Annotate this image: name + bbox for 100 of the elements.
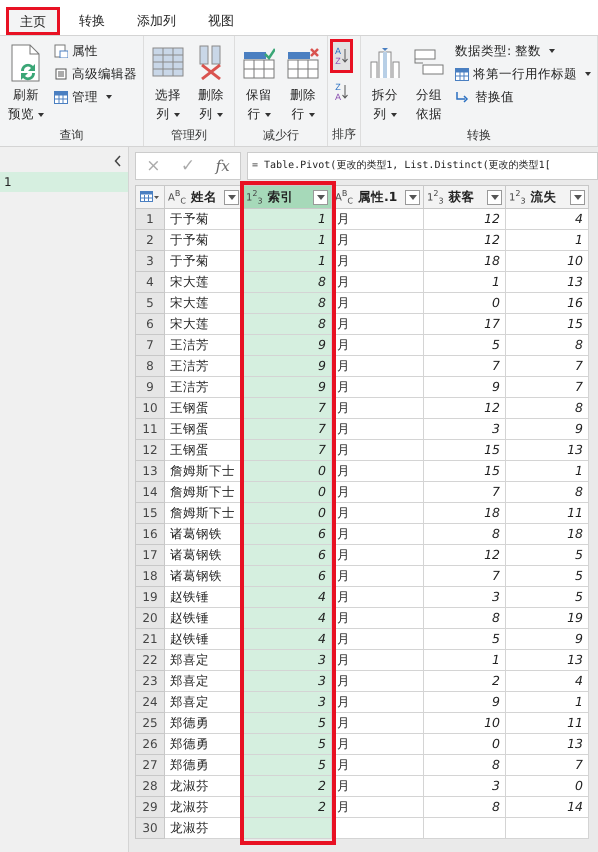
table-icon xyxy=(455,68,469,80)
table-cell: 4 xyxy=(506,671,589,692)
table-cell: 王洁芳 xyxy=(165,356,243,377)
table-cell: 詹姆斯下士 xyxy=(165,482,243,503)
row-number: 1 xyxy=(135,209,165,230)
ribbon-button[interactable]: 删除 列 xyxy=(192,39,230,125)
dropdown-icon xyxy=(316,194,324,200)
sort-button[interactable]: Z A xyxy=(332,77,352,107)
table-cell: 13 xyxy=(506,440,589,461)
table-cell: 1 xyxy=(506,461,589,482)
ribbon-tab[interactable]: 视图 xyxy=(195,7,247,35)
column-header[interactable]: 1$^{2}$$_{3}$ 索引 xyxy=(243,185,332,209)
ribbon-button[interactable]: 保留 行 xyxy=(239,39,279,125)
dropdown-icon xyxy=(228,194,236,200)
table-cell: 郑喜定 xyxy=(165,692,243,713)
remove-rows-icon xyxy=(287,46,319,80)
table-cell: 1 xyxy=(243,230,332,251)
table-cell: 诸葛钢铁 xyxy=(165,524,243,545)
table-cell: 郑德勇 xyxy=(165,734,243,755)
table-cell: 1 xyxy=(243,251,332,272)
arrow-icon xyxy=(455,90,471,104)
row-number: 28 xyxy=(135,776,165,797)
table-cell: 1 xyxy=(506,230,589,251)
table-cell: 18 xyxy=(424,251,506,272)
dropdown-icon xyxy=(408,194,416,200)
table-cell: 于予菊 xyxy=(165,230,243,251)
ribbon-button[interactable]: 拆分 列 xyxy=(365,39,405,125)
table-cell: 12 xyxy=(424,545,506,566)
table-cell: 10 xyxy=(506,251,589,272)
ribbon-button[interactable]: 数据类型: 整数 xyxy=(453,41,593,61)
table-cell: 0 xyxy=(424,734,506,755)
table-cell: 5 xyxy=(506,545,589,566)
table-cell: 王钢蛋 xyxy=(165,440,243,461)
table-cell: 郑德勇 xyxy=(165,755,243,776)
function-button[interactable]: fx xyxy=(205,153,240,179)
table-cell: 16 xyxy=(506,293,589,314)
table-cell: 5 xyxy=(243,755,332,776)
table-cell: 9 xyxy=(506,629,589,650)
ribbon-tab[interactable]: 转换 xyxy=(66,7,118,35)
ribbon-button[interactable]: 刷新 预览 xyxy=(4,39,48,125)
table-cell: 7 xyxy=(243,419,332,440)
table-cell: 19 xyxy=(506,608,589,629)
ribbon-button[interactable]: 高级编辑器 xyxy=(52,64,139,84)
ribbon-button[interactable]: 替换值 xyxy=(453,87,593,107)
table-cell: 5 xyxy=(243,734,332,755)
table-cell: 17 xyxy=(424,314,506,335)
table-cell: 2 xyxy=(243,776,332,797)
table-cell: 于予菊 xyxy=(165,251,243,272)
ribbon-button[interactable]: 选择 列 xyxy=(148,39,188,125)
ribbon-tab[interactable]: 主页 xyxy=(6,7,60,35)
table-cell: 6 xyxy=(243,545,332,566)
ribbon-button[interactable]: 属性 xyxy=(52,41,139,61)
group-label: 减少行 xyxy=(262,127,300,144)
table-cell: 6 xyxy=(243,524,332,545)
table-cell: 7 xyxy=(424,482,506,503)
table-cell: 8 xyxy=(424,524,506,545)
table-cell: 9 xyxy=(243,377,332,398)
table-cell: 0 xyxy=(243,461,332,482)
table-cell: 于予菊 xyxy=(165,209,243,230)
table-cell: 7 xyxy=(506,755,589,776)
table-cell: 11 xyxy=(506,713,589,734)
table-cell: 3 xyxy=(243,671,332,692)
table-cell: 8 xyxy=(243,314,332,335)
ribbon-button[interactable]: 分组 依据 xyxy=(409,39,449,125)
table-cell: 王钢蛋 xyxy=(165,398,243,419)
table-cell: 9 xyxy=(243,335,332,356)
row-number: 3 xyxy=(135,251,165,272)
table-cell: 龙淑芬 xyxy=(165,818,243,839)
column-header[interactable]: A$^{B}$$_{C}$ 姓名 xyxy=(165,185,243,209)
row-number: 16 xyxy=(135,524,165,545)
table-cell: 3 xyxy=(424,776,506,797)
table-cell: 龙淑芬 xyxy=(165,797,243,818)
table-cell: 1 xyxy=(424,650,506,671)
column-header[interactable]: 1$^{2}$$_{3}$ 获客 xyxy=(424,185,506,209)
table-cell: 赵铁锤 xyxy=(165,629,243,650)
table-cell: 赵铁锤 xyxy=(165,587,243,608)
table-cell: 宋大莲 xyxy=(165,293,243,314)
ribbon-button[interactable]: 将第一行用作标题 xyxy=(453,64,593,84)
table-cell: 8 xyxy=(243,272,332,293)
column-header[interactable]: 1$^{2}$$_{3}$ 流失 xyxy=(506,185,589,209)
table-cell: 5 xyxy=(506,587,589,608)
row-number: 18 xyxy=(135,566,165,587)
query-item[interactable]: 1 xyxy=(0,172,128,192)
table-cell: 9 xyxy=(506,419,589,440)
table-cell: 8 xyxy=(424,755,506,776)
ribbon-tab[interactable]: 添加列 xyxy=(124,7,189,35)
table-cell: 5 xyxy=(506,566,589,587)
table-cell: 0 xyxy=(243,503,332,524)
sort-button[interactable]: A Z xyxy=(332,41,352,71)
ribbon-button[interactable]: 管理 xyxy=(52,87,139,107)
collapse-icon xyxy=(114,155,122,167)
table-columns-icon xyxy=(152,47,184,79)
table-cell: 郑喜定 xyxy=(165,671,243,692)
row-number: 4 xyxy=(135,272,165,293)
formula-field[interactable]: = Table.Pivot(更改的类型1, List.Distinct(更改的类型1[ xyxy=(247,152,598,180)
ribbon-button[interactable]: 删除 行 xyxy=(283,39,323,125)
row-number: 21 xyxy=(135,629,165,650)
table-cell: 13 xyxy=(506,734,589,755)
table-cell: 1 xyxy=(424,272,506,293)
table-cell: 3 xyxy=(424,587,506,608)
